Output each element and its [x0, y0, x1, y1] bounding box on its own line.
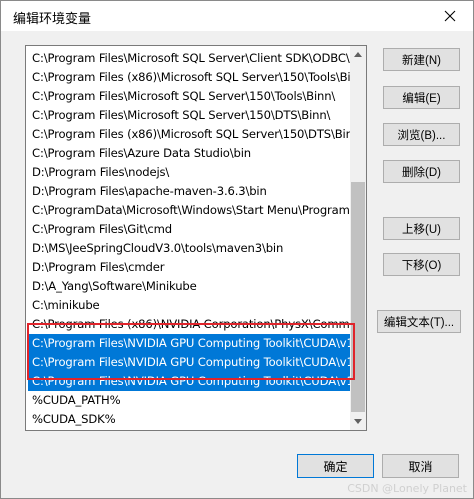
path-list: C:\Program Files\Microsoft SQL Server\Cl… — [26, 46, 351, 430]
delete-button[interactable]: 删除(D) — [383, 160, 460, 183]
edit-button[interactable]: 编辑(E) — [383, 86, 460, 109]
list-item[interactable]: D:\A_Yang\Software\Minikube — [28, 277, 351, 296]
scroll-thumb[interactable] — [351, 182, 365, 412]
close-button[interactable] — [427, 1, 473, 31]
list-item[interactable]: D:\Program Files\cmder — [28, 258, 351, 277]
list-item[interactable]: C:\Program Files (x86)\Microsoft SQL Ser… — [28, 68, 351, 87]
list-item[interactable]: %CUDA_SDK% — [28, 410, 351, 429]
close-icon — [444, 10, 456, 22]
list-item[interactable]: C:\Program Files\NVIDIA GPU Computing To… — [28, 372, 351, 391]
triangle-up-icon — [354, 52, 362, 57]
move-up-button[interactable]: 上移(U) — [383, 217, 460, 240]
list-item[interactable]: C:\Program Files\Azure Data Studio\bin — [28, 144, 351, 163]
watermark: CSDN @Lonely Planet — [347, 482, 467, 495]
list-item[interactable]: %CUDA_PATH% — [28, 391, 351, 410]
ok-button[interactable]: 确定 — [297, 454, 374, 478]
title-bar: 编辑环境变量 — [1, 1, 473, 31]
browse-button[interactable]: 浏览(B)... — [383, 123, 460, 146]
vertical-scrollbar[interactable] — [350, 46, 366, 430]
new-button[interactable]: 新建(N) — [383, 48, 460, 71]
list-item[interactable]: C:\Program Files\Microsoft SQL Server\Cl… — [28, 49, 351, 68]
list-item[interactable]: D:\Program Files\nodejs\ — [28, 163, 351, 182]
triangle-down-icon — [354, 419, 362, 424]
list-item[interactable]: C:\Program Files\Microsoft SQL Server\15… — [28, 87, 351, 106]
edit-env-variable-dialog: 编辑环境变量 C:\Program Files\Microsoft SQL Se… — [0, 0, 474, 499]
list-item[interactable]: C:\ProgramData\Microsoft\Windows\Start M… — [28, 201, 351, 220]
list-item[interactable]: C:\Program Files (x86)\NVIDIA Corporatio… — [28, 315, 351, 334]
list-item[interactable]: C:\minikube — [28, 296, 351, 315]
list-item[interactable]: D:\Program Files\apache-maven-3.6.3\bin — [28, 182, 351, 201]
cancel-button[interactable]: 取消 — [382, 454, 459, 478]
scroll-down-button[interactable] — [350, 413, 366, 430]
edit-text-button[interactable]: 编辑文本(T)... — [377, 310, 461, 333]
move-down-button[interactable]: 下移(O) — [383, 253, 460, 276]
path-listbox[interactable]: C:\Program Files\Microsoft SQL Server\Cl… — [25, 45, 367, 431]
window-title: 编辑环境变量 — [13, 12, 92, 27]
list-item[interactable]: C:\Program Files\Microsoft SQL Server\15… — [28, 106, 351, 125]
scroll-up-button[interactable] — [350, 46, 366, 63]
list-item[interactable]: C:\Program Files (x86)\Microsoft SQL Ser… — [28, 125, 351, 144]
list-item[interactable]: C:\Program Files\Git\cmd — [28, 220, 351, 239]
list-item[interactable]: D:\MS\JeeSpringCloudV3.0\tools\maven3\bi… — [28, 239, 351, 258]
list-item[interactable]: C:\Program Files\NVIDIA GPU Computing To… — [28, 334, 351, 353]
list-item[interactable]: C:\Program Files\NVIDIA GPU Computing To… — [28, 353, 351, 372]
